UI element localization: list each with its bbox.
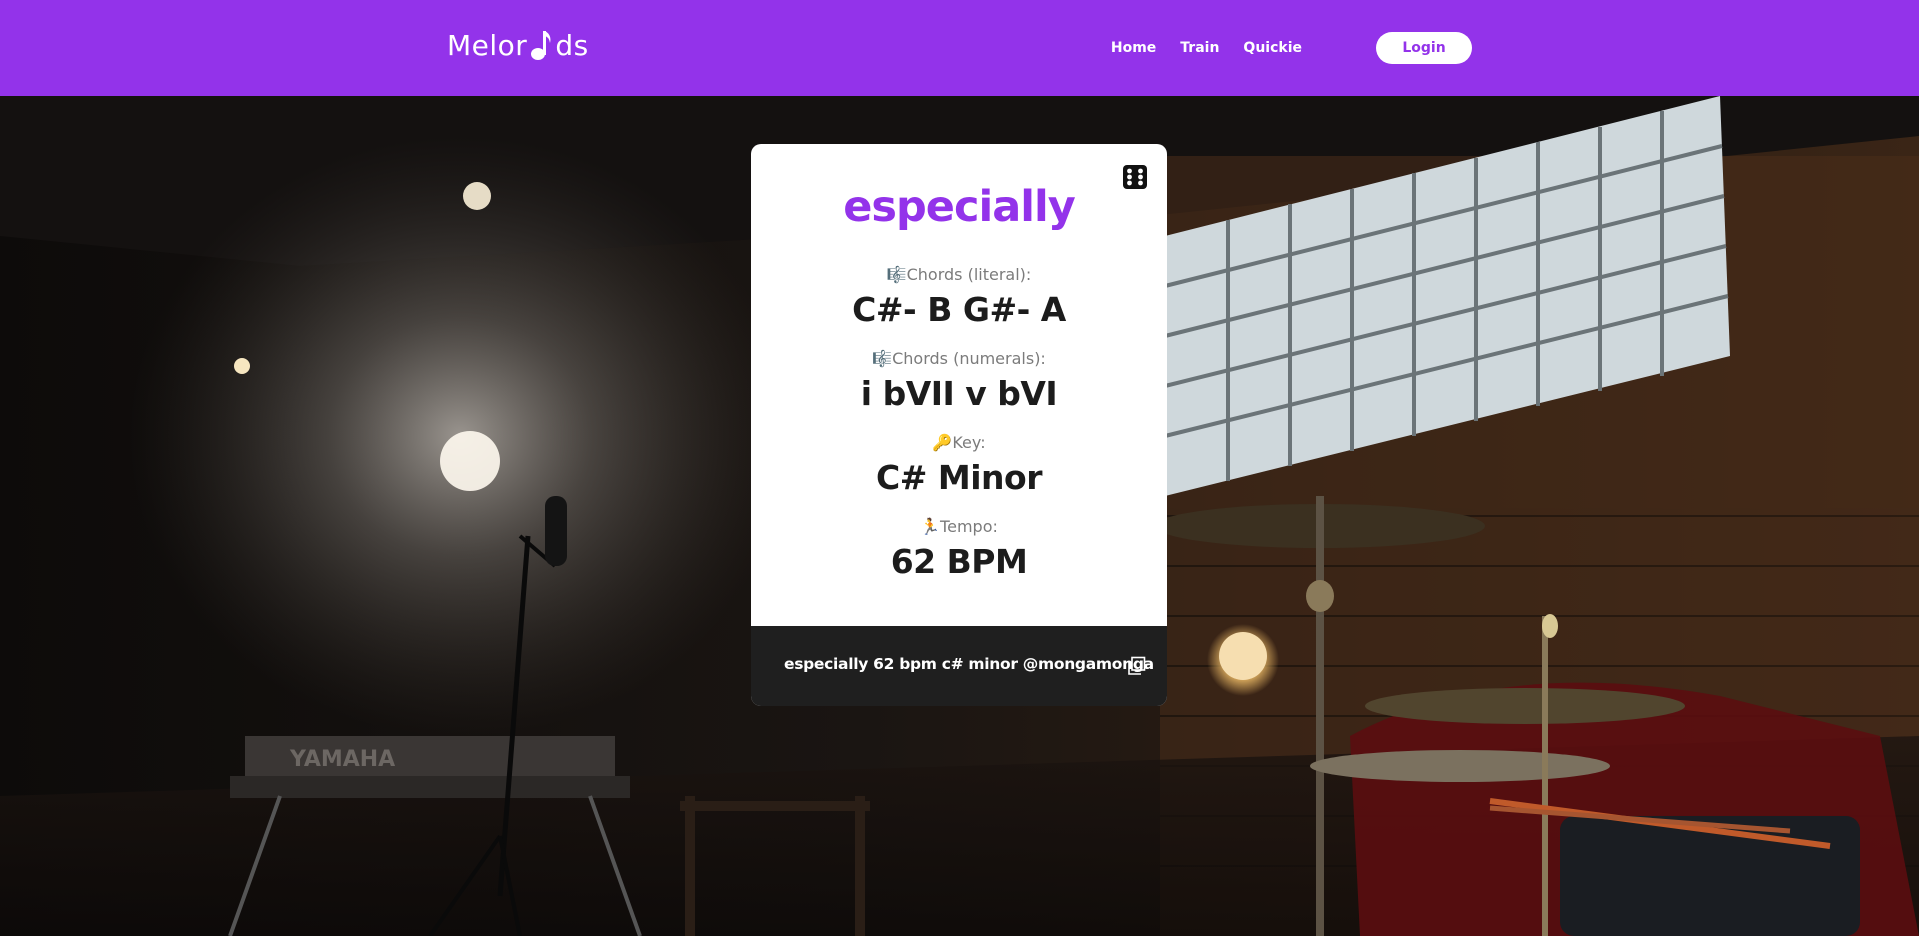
copy-icon[interactable] bbox=[1126, 656, 1146, 676]
share-footer: especially 62 bpm c# minor @mongamonga bbox=[751, 626, 1167, 706]
nav-home[interactable]: Home bbox=[1111, 40, 1156, 56]
logo-text-right: ds bbox=[555, 28, 589, 62]
tempo-value: 62 BPM bbox=[890, 542, 1028, 581]
chords-literal-value: C#- B G#- A bbox=[852, 290, 1066, 329]
progression-card: especially 🎼Chords (literal): C#- B G#- … bbox=[751, 144, 1167, 706]
chords-numerals-value: i bVII v bVI bbox=[860, 374, 1058, 413]
nav-train[interactable]: Train bbox=[1180, 40, 1219, 56]
keyboard-brand-text: YAMAHA bbox=[289, 747, 395, 772]
share-text: especially 62 bpm c# minor @mongamonga bbox=[784, 655, 1154, 673]
chords-numerals-label: 🎼Chords (numerals): bbox=[872, 349, 1046, 368]
chords-literal-label: 🎼Chords (literal): bbox=[886, 265, 1032, 284]
runner-icon: 🏃 bbox=[920, 517, 941, 536]
logo-text-left: Melor bbox=[447, 28, 528, 62]
nav-links: Home Train Quickie Login bbox=[1111, 32, 1472, 64]
key-icon: 🔑 bbox=[932, 433, 953, 452]
music-note-icon bbox=[528, 27, 554, 63]
nav-quickie[interactable]: Quickie bbox=[1243, 40, 1302, 56]
key-value: C# Minor bbox=[876, 458, 1042, 497]
login-button[interactable]: Login bbox=[1376, 32, 1472, 64]
logo[interactable]: Melor ds bbox=[447, 25, 589, 65]
key-label: 🔑Key: bbox=[932, 433, 986, 452]
tempo-label: 🏃Tempo: bbox=[920, 517, 998, 536]
music-score-icon: 🎼 bbox=[872, 349, 893, 368]
song-title: especially bbox=[843, 182, 1075, 232]
navbar: Melor ds Home Train Quickie Login bbox=[0, 0, 1919, 96]
music-score-icon: 🎼 bbox=[886, 265, 907, 284]
